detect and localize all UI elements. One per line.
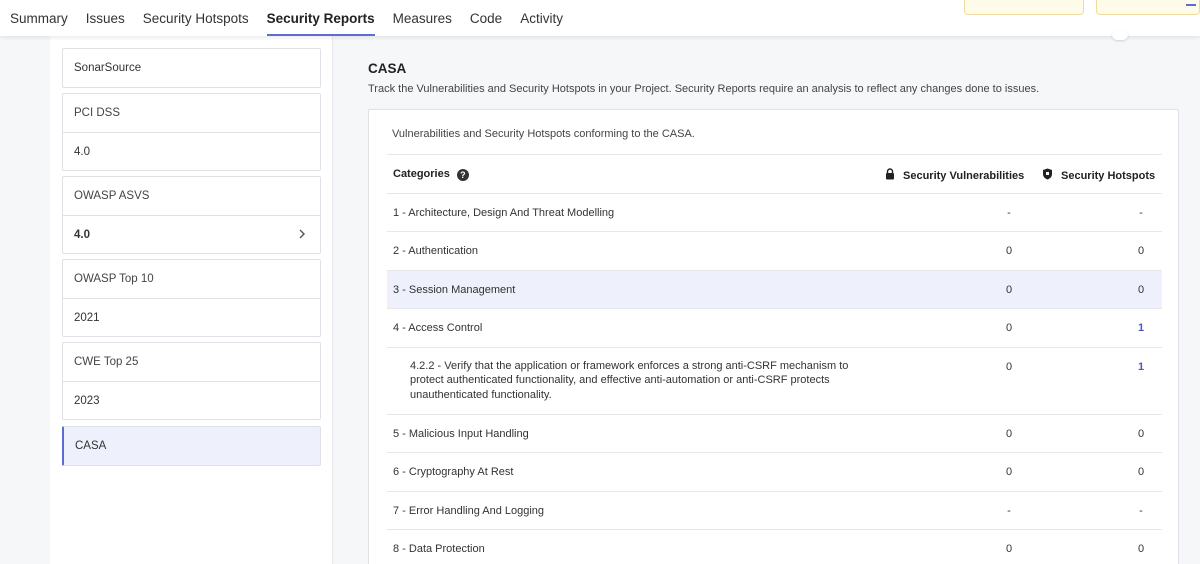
category-name: 7 - Error Handling And Logging bbox=[393, 504, 545, 517]
vulnerabilities-header-label: Security Vulnerabilities bbox=[903, 169, 1025, 182]
standard-name: PCI DSS bbox=[74, 107, 121, 119]
tab-security-reports[interactable]: Security Reports bbox=[258, 0, 384, 36]
table-row[interactable]: 2 - Authentication 0 0 bbox=[387, 231, 1162, 270]
category-name: 2 - Authentication bbox=[393, 245, 479, 258]
table-row-subcategory[interactable]: 4.2.2 - Verify that the application or f… bbox=[387, 346, 1162, 414]
hotspots-count-link[interactable]: 1 bbox=[1138, 361, 1144, 373]
hotspots-count: 0 bbox=[1138, 245, 1145, 258]
tab-activity[interactable]: Activity bbox=[511, 0, 572, 36]
tab-measures[interactable]: Measures bbox=[384, 0, 461, 36]
standard-card-owasp-asvs: OWASP ASVS 4.0 bbox=[62, 176, 321, 254]
vulnerabilities-count: 0 bbox=[1006, 466, 1013, 479]
vulnerabilities-count: 0 bbox=[1006, 543, 1013, 556]
table-row[interactable]: 8 - Data Protection 0 0 bbox=[387, 529, 1162, 564]
category-name: 4 - Access Control bbox=[393, 322, 483, 335]
standard-card-owasp-top-10: OWASP Top 10 2021 bbox=[62, 259, 321, 337]
hotspots-count: - bbox=[1139, 504, 1143, 517]
tab-security-hotspots[interactable]: Security Hotspots bbox=[134, 0, 258, 36]
help-icon[interactable]: ? bbox=[456, 169, 469, 181]
table-row[interactable]: 1 - Architecture, Design And Threat Mode… bbox=[387, 192, 1162, 232]
standard-name[interactable]: CASA bbox=[64, 427, 320, 465]
notification-banner-right bbox=[1096, 0, 1200, 15]
tab-summary[interactable]: Summary bbox=[10, 0, 77, 36]
report-subtitle: Vulnerabilities and Security Hotspots co… bbox=[392, 128, 695, 140]
lock-icon bbox=[885, 168, 895, 183]
standard-name: OWASP ASVS bbox=[74, 190, 150, 202]
notification-banner-left bbox=[964, 0, 1084, 15]
security-report-main: CASA Track the Vulnerabilities and Secur… bbox=[333, 36, 1200, 564]
chevron-right-icon bbox=[298, 228, 306, 242]
vulnerabilities-count: 0 bbox=[1006, 360, 1013, 373]
subcategory-name: 4.2.2 - Verify that the application or f… bbox=[410, 359, 849, 401]
hotspots-count: - bbox=[1139, 206, 1143, 219]
version-label: 4.0 bbox=[74, 228, 90, 241]
standard-version-item[interactable]: 2021 bbox=[63, 298, 320, 336]
standards-sidebar: SonarSource PCI DSS 4.0 OWASP ASVS 4.0 O… bbox=[50, 36, 333, 564]
table-row[interactable]: 5 - Malicious Input Handling 0 0 bbox=[387, 413, 1162, 453]
report-title: CASA bbox=[368, 61, 407, 76]
hotspots-count-link[interactable]: 1 bbox=[1138, 322, 1144, 334]
vulnerabilities-count: 0 bbox=[1006, 283, 1013, 296]
vulnerabilities-count: - bbox=[1007, 504, 1011, 517]
standard-version-item[interactable]: 4.0 bbox=[63, 215, 320, 253]
standard-name: CWE Top 25 bbox=[74, 356, 139, 368]
header-link-underline[interactable] bbox=[1186, 0, 1196, 6]
table-row[interactable]: 3 - Session Management 0 0 bbox=[387, 269, 1162, 309]
hotspots-count: 0 bbox=[1138, 466, 1145, 479]
table-row[interactable]: 7 - Error Handling And Logging - - bbox=[387, 490, 1162, 530]
hotspots-count: 0 bbox=[1138, 427, 1145, 440]
standard-card-sonarsource[interactable]: SonarSource bbox=[62, 48, 321, 88]
report-panel: Vulnerabilities and Security Hotspots co… bbox=[368, 109, 1179, 564]
standard-version-item[interactable]: 2023 bbox=[63, 381, 320, 419]
categories-header: Categories? bbox=[393, 168, 469, 181]
hotspots-count: 0 bbox=[1138, 283, 1145, 296]
table-row[interactable]: 4 - Access Control 0 1 bbox=[387, 308, 1162, 347]
category-name: 5 - Malicious Input Handling bbox=[393, 427, 529, 440]
category-name: 6 - Cryptography At Rest bbox=[393, 466, 514, 479]
shield-icon bbox=[1042, 168, 1053, 183]
vulnerabilities-header: Security Vulnerabilities bbox=[885, 168, 1024, 183]
standard-version-item[interactable]: 4.0 bbox=[63, 132, 320, 170]
category-name: 8 - Data Protection bbox=[393, 543, 485, 556]
standard-card-pci-dss: PCI DSS 4.0 bbox=[62, 93, 321, 171]
table-row[interactable]: 6 - Cryptography At Rest 0 0 bbox=[387, 452, 1162, 491]
standard-name[interactable]: SonarSource bbox=[63, 49, 320, 87]
vulnerabilities-count: 0 bbox=[1006, 245, 1013, 258]
tab-issues[interactable]: Issues bbox=[77, 0, 134, 36]
category-name: 1 - Architecture, Design And Threat Mode… bbox=[393, 206, 615, 219]
table-header-row: Categories? Security Vulnerabilities Sec… bbox=[387, 154, 1162, 193]
categories-header-label: Categories bbox=[393, 168, 450, 180]
hotspots-header: Security Hotspots bbox=[1042, 168, 1155, 183]
hotspots-header-label: Security Hotspots bbox=[1061, 169, 1156, 182]
vulnerabilities-count: 0 bbox=[1006, 427, 1013, 440]
vulnerabilities-count: - bbox=[1007, 206, 1011, 219]
report-description: Track the Vulnerabilities and Security H… bbox=[368, 83, 1040, 95]
categories-table: Categories? Security Vulnerabilities Sec… bbox=[387, 154, 1162, 564]
tab-code[interactable]: Code bbox=[461, 0, 511, 36]
standard-card-cwe-top-25: CWE Top 25 2023 bbox=[62, 342, 321, 420]
category-name: 3 - Session Management bbox=[393, 283, 516, 296]
hotspots-count: 0 bbox=[1138, 543, 1145, 556]
vulnerabilities-count: 0 bbox=[1006, 322, 1013, 335]
standard-card-casa[interactable]: CASA bbox=[62, 426, 321, 466]
scroll-handle[interactable] bbox=[1112, 30, 1128, 40]
standard-name: OWASP Top 10 bbox=[74, 273, 154, 285]
top-navigation: Summary Issues Security Hotspots Securit… bbox=[0, 0, 1200, 36]
